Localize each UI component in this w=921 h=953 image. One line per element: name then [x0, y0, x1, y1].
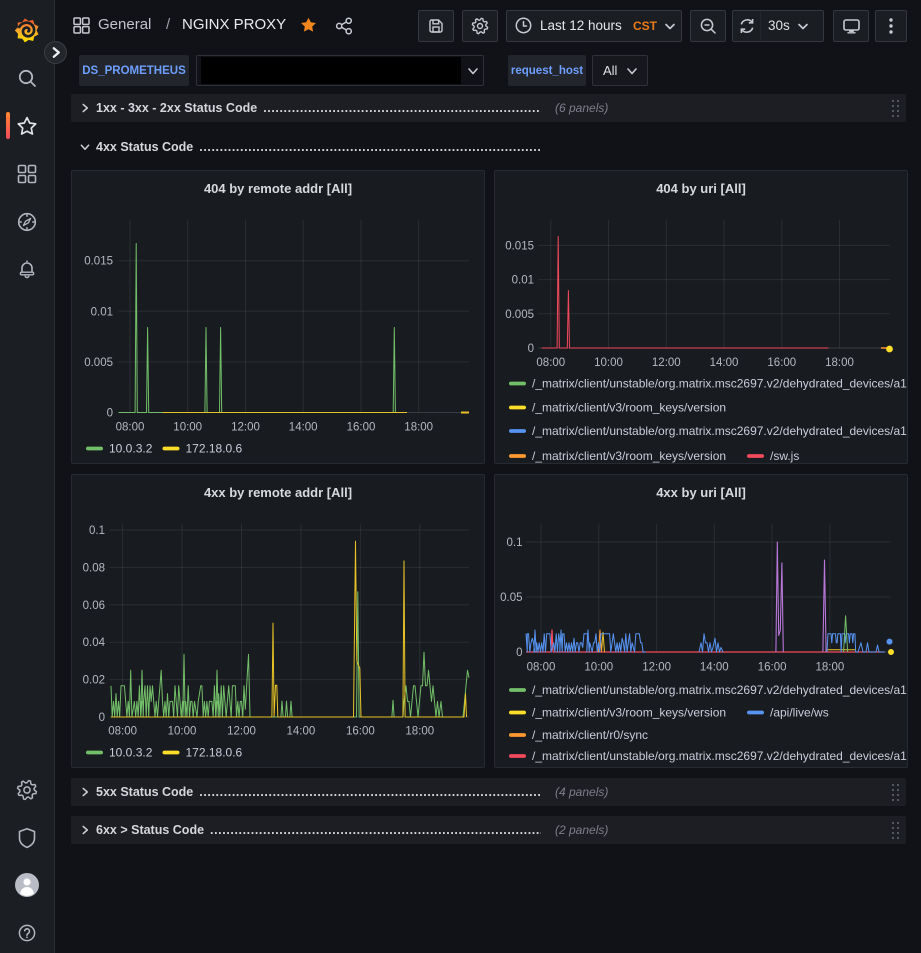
svg-text:14:00: 14:00 — [710, 357, 739, 369]
svg-text:10:00: 10:00 — [594, 357, 623, 369]
svg-text:14:00: 14:00 — [289, 422, 318, 434]
svg-text:/_matrix/client/unstable/org.m: /_matrix/client/unstable/org.matrix.msc2… — [532, 683, 907, 697]
svg-text:0.01: 0.01 — [512, 275, 534, 287]
svg-text:12:00: 12:00 — [642, 662, 671, 674]
svg-text:4xx by remote addr [All]: 4xx by remote addr [All] — [204, 485, 352, 500]
svg-text:/_matrix/client/v3/room_keys/v: /_matrix/client/v3/room_keys/version — [532, 449, 726, 463]
svg-text:18:00: 18:00 — [825, 357, 854, 369]
svg-text:16:00: 16:00 — [346, 726, 375, 738]
svg-text:0.01: 0.01 — [91, 306, 113, 318]
svg-text:0.04: 0.04 — [83, 637, 106, 649]
svg-text:12:00: 12:00 — [231, 422, 260, 434]
svg-text:0.02: 0.02 — [83, 675, 105, 687]
svg-text:/_matrix/client/unstable/org.m: /_matrix/client/unstable/org.matrix.msc2… — [532, 377, 907, 391]
svg-text:0: 0 — [107, 408, 113, 420]
svg-text:0: 0 — [528, 343, 534, 355]
svg-text:0.05: 0.05 — [500, 592, 522, 604]
svg-text:08:00: 08:00 — [116, 422, 145, 434]
svg-text:10:00: 10:00 — [168, 726, 197, 738]
svg-text:12:00: 12:00 — [652, 357, 681, 369]
svg-text:10.0.3.2: 10.0.3.2 — [109, 746, 153, 760]
svg-text:16:00: 16:00 — [758, 662, 787, 674]
svg-text:/_matrix/client/v3/room_keys/v: /_matrix/client/v3/room_keys/version — [532, 401, 726, 415]
svg-text:0.015: 0.015 — [84, 256, 113, 268]
svg-text:0.015: 0.015 — [505, 240, 534, 252]
svg-text:0.08: 0.08 — [83, 562, 105, 574]
svg-text:172.18.0.6: 172.18.0.6 — [186, 746, 243, 760]
svg-text:0: 0 — [516, 647, 522, 659]
svg-text:/sw.js: /sw.js — [770, 449, 799, 463]
svg-text:14:00: 14:00 — [700, 662, 729, 674]
svg-text:0.005: 0.005 — [505, 309, 534, 321]
svg-text:18:00: 18:00 — [405, 726, 434, 738]
svg-text:/_matrix/client/unstable/org.m: /_matrix/client/unstable/org.matrix.msc2… — [532, 749, 907, 763]
svg-text:0.06: 0.06 — [83, 600, 105, 612]
svg-text:/_matrix/client/unstable/org.m: /_matrix/client/unstable/org.matrix.msc2… — [532, 424, 907, 438]
svg-text:/_matrix/client/v3/room_keys/v: /_matrix/client/v3/room_keys/version — [532, 706, 726, 720]
svg-text:4xx by uri [All]: 4xx by uri [All] — [656, 485, 746, 500]
svg-text:172.18.0.6: 172.18.0.6 — [186, 442, 243, 456]
svg-text:08:00: 08:00 — [108, 726, 137, 738]
svg-text:14:00: 14:00 — [287, 726, 316, 738]
svg-text:404 by uri [All]: 404 by uri [All] — [656, 181, 746, 196]
svg-text:08:00: 08:00 — [536, 357, 565, 369]
svg-text:0: 0 — [99, 712, 105, 724]
svg-text:404 by remote addr [All]: 404 by remote addr [All] — [204, 181, 352, 196]
svg-text:0.1: 0.1 — [89, 525, 105, 537]
svg-text:/_matrix/client/r0/sync: /_matrix/client/r0/sync — [532, 728, 648, 742]
svg-text:/api/live/ws: /api/live/ws — [770, 706, 829, 720]
svg-text:18:00: 18:00 — [404, 422, 433, 434]
svg-text:10:00: 10:00 — [584, 662, 613, 674]
svg-text:08:00: 08:00 — [527, 662, 556, 674]
svg-text:16:00: 16:00 — [767, 357, 796, 369]
svg-text:12:00: 12:00 — [227, 726, 256, 738]
svg-text:10.0.3.2: 10.0.3.2 — [109, 442, 153, 456]
svg-text:16:00: 16:00 — [347, 422, 376, 434]
svg-text:10:00: 10:00 — [173, 422, 202, 434]
svg-text:0.005: 0.005 — [84, 357, 113, 369]
svg-text:18:00: 18:00 — [816, 662, 845, 674]
svg-text:0.1: 0.1 — [507, 537, 523, 549]
